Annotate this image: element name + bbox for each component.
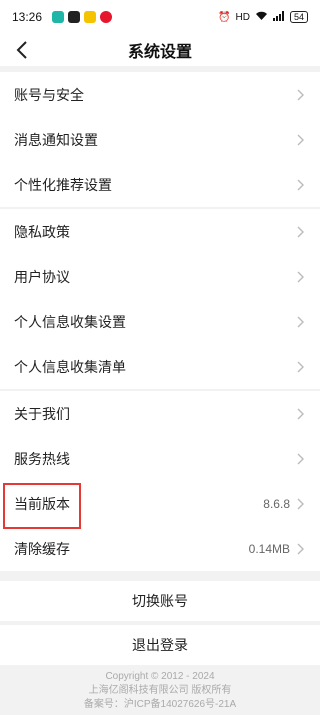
chevron-right-icon [296,88,306,102]
settings-group-about: 关于我们 服务热线 当前版本 8.6.8 清除缓存 0.14MB [0,391,320,571]
settings-group-account: 账号与安全 消息通知设置 个性化推荐设置 [0,72,320,207]
row-label: 个性化推荐设置 [14,176,112,193]
chevron-right-icon [296,497,306,511]
chevron-right-icon [296,452,306,466]
nav-header: 系统设置 [0,34,320,66]
row-about-us[interactable]: 关于我们 [0,391,320,436]
row-label: 清除缓存 [14,540,70,557]
highlight-box [3,483,81,529]
row-label: 账号与安全 [14,86,84,103]
chevron-right-icon [296,178,306,192]
page-title: 系统设置 [127,44,192,61]
alarm-icon: ⏰ [218,11,231,23]
row-label: 消息通知设置 [14,131,98,148]
status-bar: 13:26 ⏰ HD 54 [0,0,320,34]
chevron-right-icon [296,270,306,284]
settings-group-privacy: 隐私政策 用户协议 个人信息收集设置 个人信息收集清单 [0,209,320,389]
row-label: 隐私政策 [14,223,70,240]
chevron-right-icon [296,407,306,421]
chevron-right-icon [296,360,306,374]
hd-indicator: HD [235,11,250,23]
footer: Copyright © 2012 - 2024 上海亿阁科技有限公司 版权所有 … [0,670,320,712]
row-label: 关于我们 [14,405,70,422]
icp-text: 备案号：沪ICP备14027626号-21A [83,699,237,710]
back-button[interactable] [8,36,36,64]
row-service-hotline[interactable]: 服务热线 [0,436,320,481]
version-value: 8.6.8 [263,496,290,511]
notification-icons [52,11,113,23]
signal-icon [272,10,285,24]
company-text: 上海亿阁科技有限公司 版权所有 [88,685,232,696]
chevron-left-icon [16,41,27,59]
chevron-right-icon [296,315,306,329]
row-notification-settings[interactable]: 消息通知设置 [0,117,320,162]
battery-icon: 54 [289,11,308,23]
row-clear-cache[interactable]: 清除缓存 0.14MB [0,526,320,571]
row-label: 个人信息收集清单 [14,358,126,375]
switch-account-button[interactable]: 切换账号 [0,581,320,621]
logout-button[interactable]: 退出登录 [0,625,320,665]
app-icon-yellow [84,11,97,23]
row-privacy-policy[interactable]: 隐私政策 [0,209,320,254]
wifi-icon [255,11,268,24]
row-label: 服务热线 [14,450,70,467]
chevron-right-icon [296,542,306,556]
app-icon-dark [68,11,81,23]
row-user-agreement[interactable]: 用户协议 [0,254,320,299]
chevron-right-icon [296,133,306,147]
row-label: 个人信息收集设置 [14,313,126,330]
chevron-right-icon [296,225,306,239]
row-account-security[interactable]: 账号与安全 [0,72,320,117]
copyright-text: Copyright © 2012 - 2024 [105,671,215,682]
system-status: ⏰ HD 54 [218,10,308,24]
row-label: 用户协议 [14,268,70,285]
cache-size-value: 0.14MB [248,541,290,556]
status-time: 13:26 [12,10,43,24]
row-personal-info-settings[interactable]: 个人信息收集设置 [0,299,320,344]
row-personal-info-list[interactable]: 个人信息收集清单 [0,344,320,389]
app-icon-teal [52,11,65,23]
row-recommendation-settings[interactable]: 个性化推荐设置 [0,162,320,207]
weibo-icon [100,11,113,23]
